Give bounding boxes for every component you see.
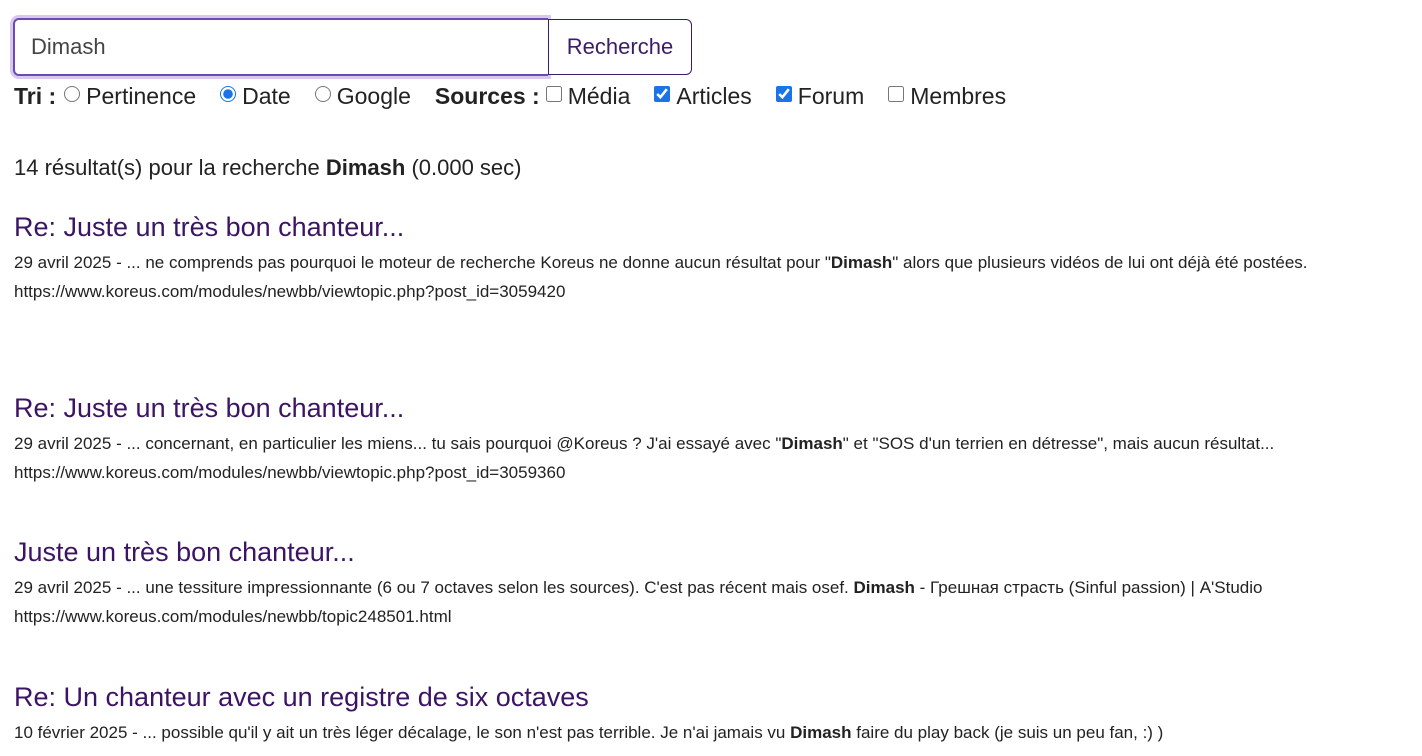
snippet-highlight: Dimash [830,253,893,272]
snippet-text: faire du play back (je suis un peu fan, … [851,723,1164,742]
snippet-highlight: Dimash [853,578,915,597]
source-option-label: Forum [797,83,865,109]
snippet-text: 29 avril 2025 - ... concernant, en parti… [14,434,782,453]
sort-option-date[interactable]: Date [220,83,291,110]
result-snippet: 29 avril 2025 - ... une tessiture impres… [14,570,1409,606]
result-title-link[interactable]: Juste un très bon chanteur... [14,537,1409,568]
search-options: Tri : Pertinence Date Google Sources : M… [14,83,1030,110]
result-title-link[interactable]: Re: Juste un très bon chanteur... [14,212,1409,243]
source-option-articles[interactable]: Articles [654,83,752,110]
source-checkbox-articles[interactable] [654,85,671,102]
sort-radio-google[interactable] [314,85,331,102]
search-result: Re: Juste un très bon chanteur... 29 avr… [14,212,1409,303]
snippet-text: " et "SOS d'un terrien en détresse", mai… [842,434,1275,453]
search-button[interactable]: Recherche [548,19,692,75]
result-title-link[interactable]: Re: Un chanteur avec un registre de six … [14,682,1409,713]
result-url: https://www.koreus.com/modules/newbb/top… [14,607,452,626]
summary-time: (0.000 sec) [411,155,522,180]
sort-radio-date[interactable] [220,85,237,102]
source-checkbox-forum[interactable] [775,85,792,102]
sort-label: Tri : [14,83,57,109]
sources-label: Sources : [434,83,540,109]
snippet-highlight: Dimash [781,434,843,453]
sort-radio-pertinence[interactable] [64,85,81,102]
search-result: Re: Juste un très bon chanteur... 29 avr… [14,393,1409,484]
source-option-label: Membres [910,83,1007,109]
result-snippet: 10 février 2025 - ... possible qu'il y a… [14,715,1409,751]
source-option-membres[interactable]: Membres [888,83,1006,110]
results-summary: 14 résultat(s) pour la recherche Dimash … [14,155,522,181]
search-input[interactable] [13,18,548,76]
summary-query: Dimash [325,155,406,180]
summary-prefix: 14 résultat(s) pour la recherche [14,155,320,180]
sort-option-label: Pertinence [86,83,197,109]
source-checkbox-media[interactable] [545,85,562,102]
result-snippet: 29 avril 2025 - ... concernant, en parti… [14,426,1409,462]
source-option-label: Articles [676,83,752,109]
snippet-text: 29 avril 2025 - ... une tessiture impres… [14,578,854,597]
sort-option-pertinence[interactable]: Pertinence [64,83,196,110]
search-result: Juste un très bon chanteur... 29 avril 2… [14,537,1409,628]
result-title-link[interactable]: Re: Juste un très bon chanteur... [14,393,1409,424]
result-url: https://www.koreus.com/modules/newbb/vie… [14,463,566,482]
result-url: https://www.koreus.com/modules/newbb/vie… [14,282,566,301]
snippet-text: - Грешная страсть (Sinful passion) | A'S… [914,578,1263,597]
snippet-text: 10 février 2025 - ... possible qu'il y a… [14,723,791,742]
snippet-highlight: Dimash [790,723,852,742]
source-checkbox-membres[interactable] [888,85,905,102]
sort-option-google[interactable]: Google [314,83,411,110]
snippet-text: 29 avril 2025 - ... ne comprends pas pou… [14,253,831,272]
search-bar: Recherche [13,18,692,76]
sort-option-label: Date [242,83,291,109]
search-result: Re: Un chanteur avec un registre de six … [14,682,1409,751]
snippet-text: " alors que plusieurs vidéos de lui ont … [892,253,1308,272]
source-option-media[interactable]: Média [545,83,631,110]
source-option-label: Média [567,83,631,109]
result-snippet: 29 avril 2025 - ... ne comprends pas pou… [14,245,1409,281]
sort-option-label: Google [336,83,411,109]
source-option-forum[interactable]: Forum [775,83,865,110]
